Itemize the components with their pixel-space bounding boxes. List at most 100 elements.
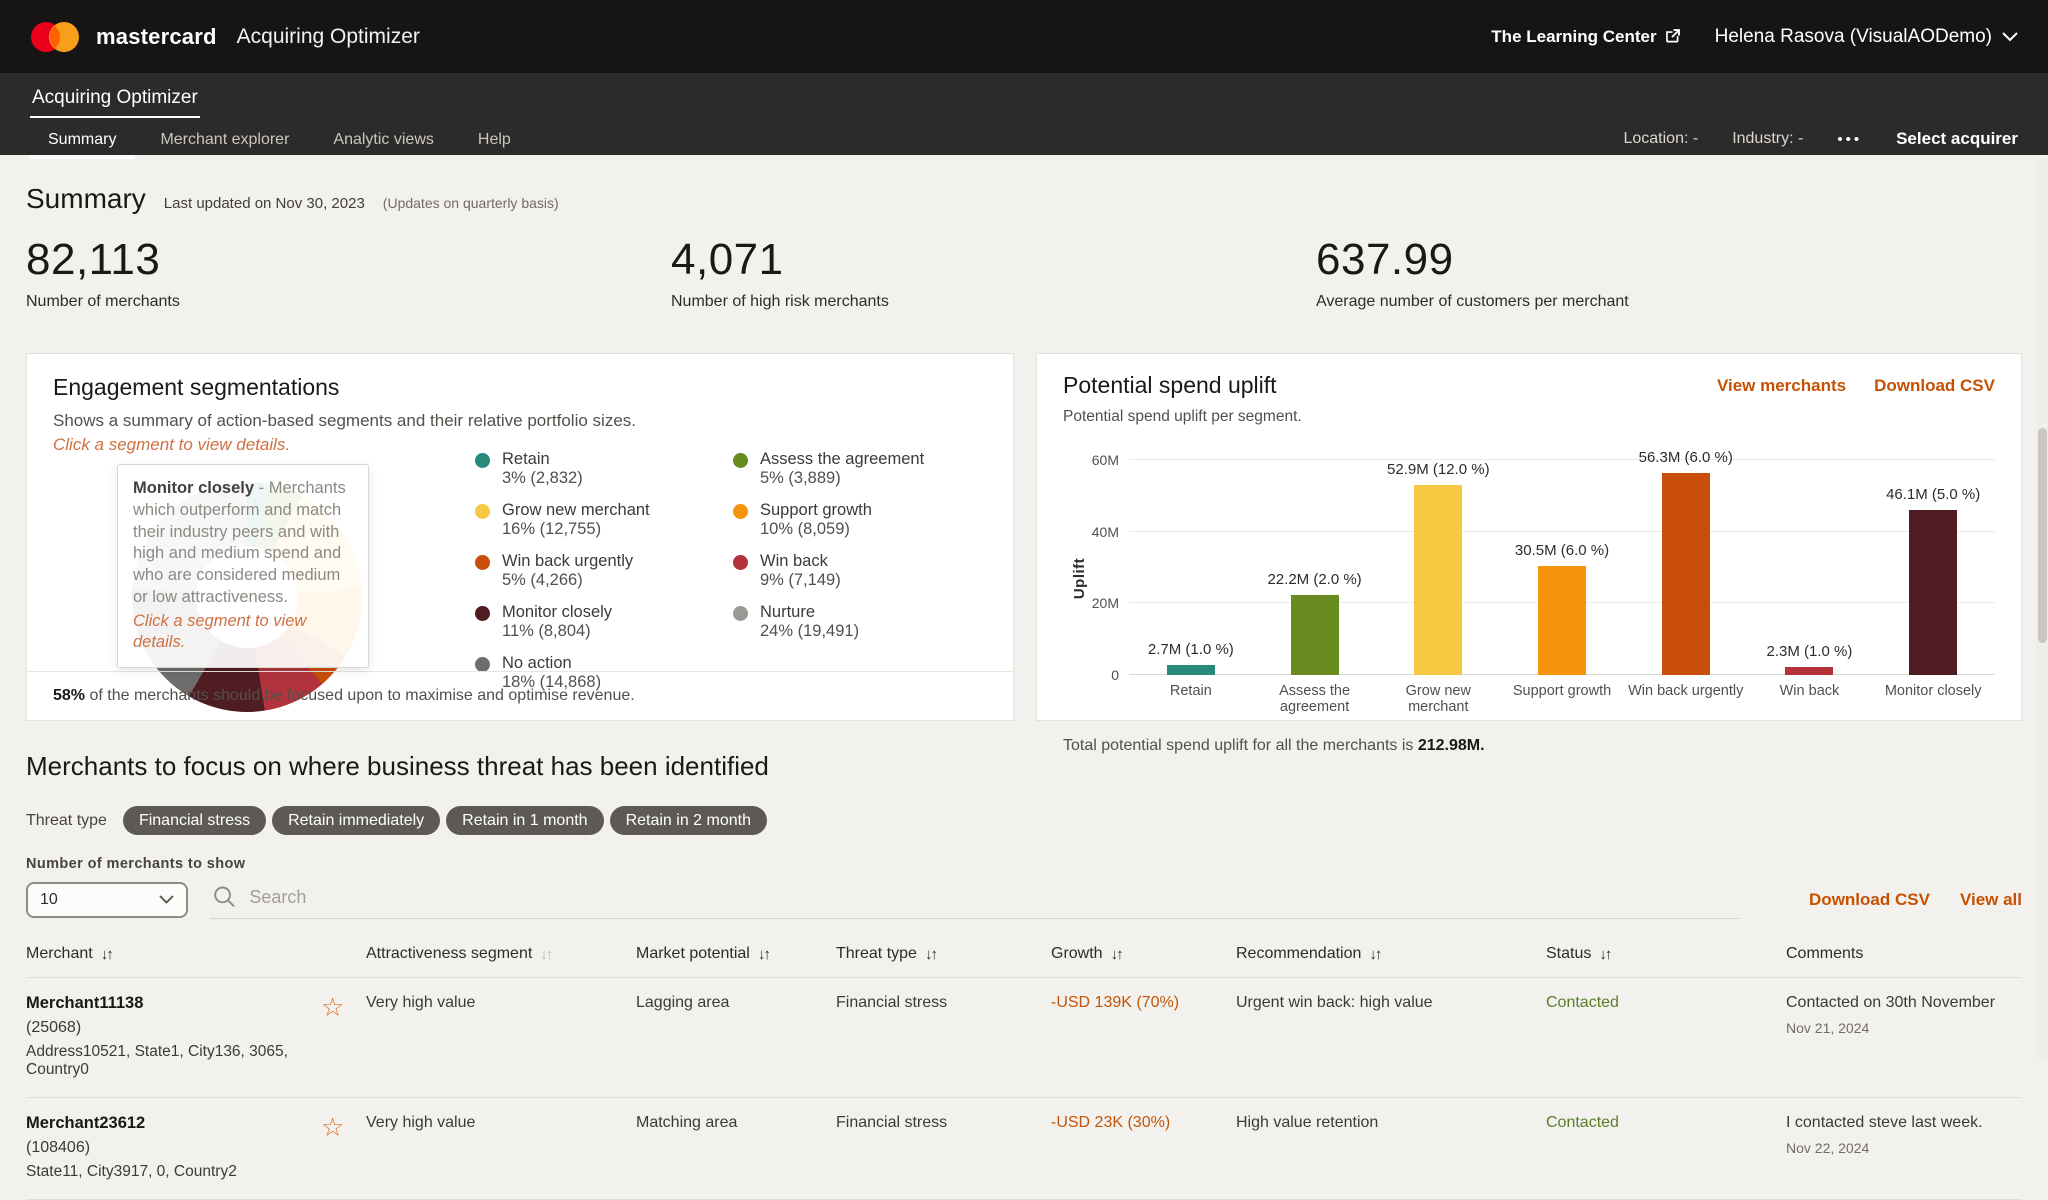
- view-all-link[interactable]: View all: [1960, 890, 2022, 910]
- legend-text: Grow new merchant16% (12,755): [502, 501, 650, 539]
- tab-analytic-views[interactable]: Analytic views: [315, 118, 451, 159]
- segment-tooltip: Monitor closely - Merchants which outper…: [117, 464, 369, 668]
- legend-name: Grow new merchant: [502, 501, 650, 520]
- learning-center-label: The Learning Center: [1491, 27, 1656, 47]
- tab-help[interactable]: Help: [460, 118, 529, 159]
- column-header-status: Status↓↑: [1546, 945, 1786, 963]
- sort-icon[interactable]: ↓↑: [1111, 946, 1122, 963]
- tab-summary[interactable]: Summary: [30, 118, 134, 159]
- industry-filter[interactable]: Industry: -: [1732, 130, 1803, 148]
- scrollbar-thumb[interactable]: [2038, 428, 2047, 643]
- growth-cell: -USD 23K (30%): [1051, 1114, 1236, 1181]
- y-tick: 0: [1111, 667, 1119, 683]
- bar-win-back[interactable]: [1785, 667, 1833, 675]
- threat-type-cell: Financial stress: [836, 1114, 1051, 1181]
- sort-icon[interactable]: ↓↑: [1599, 946, 1610, 963]
- bar-grow-new-merchant[interactable]: [1414, 485, 1462, 675]
- x-category-label: Assess the agreement: [1253, 683, 1377, 715]
- threat-chip-retain-in-2-month[interactable]: Retain in 2 month: [610, 806, 767, 835]
- status-cell: Contacted: [1546, 994, 1786, 1079]
- merchant-name[interactable]: Merchant11138: [26, 994, 321, 1013]
- merchants-count-value: 10: [40, 891, 58, 909]
- search-input[interactable]: [249, 887, 1737, 908]
- bar-assess-the-agreement[interactable]: [1291, 595, 1339, 675]
- mastercard-logo-icon: [30, 21, 80, 53]
- page-scrollbar[interactable]: [2036, 158, 2048, 1059]
- table-row[interactable]: Merchant23612(108406)State11, City3917, …: [26, 1098, 2022, 1200]
- tooltip-title: Monitor closely: [133, 479, 254, 497]
- footnote-text: of the merchants should be focused upon …: [85, 687, 635, 704]
- column-header-label: Merchant: [26, 945, 93, 963]
- legend-item[interactable]: Assess the agreement5% (3,889): [733, 450, 943, 488]
- comments-cell: I contacted steve last week.Nov 22, 2024: [1786, 1114, 2022, 1181]
- learning-center-link[interactable]: The Learning Center: [1491, 27, 1680, 47]
- legend-value: 5% (3,889): [760, 469, 924, 488]
- tooltip-click-hint: Click a segment to view details.: [133, 611, 353, 655]
- sort-icon[interactable]: ↓↑: [1369, 946, 1380, 963]
- legend-item[interactable]: Nurture24% (19,491): [733, 603, 943, 641]
- threat-chip-financial-stress[interactable]: Financial stress: [123, 806, 266, 835]
- favorite-cell: ☆: [321, 994, 366, 1079]
- sort-icon[interactable]: ↓↑: [540, 946, 551, 963]
- sort-icon[interactable]: ↓↑: [758, 946, 769, 963]
- merchants-table-header: Merchant↓↑Attractiveness segment↓↑Market…: [26, 945, 2022, 978]
- legend-item[interactable]: Grow new merchant16% (12,755): [475, 501, 685, 539]
- bar-column: 22.2M (2.0 %): [1253, 460, 1377, 675]
- update-note: (Updates on quarterly basis): [383, 195, 559, 211]
- bar-retain[interactable]: [1167, 665, 1215, 675]
- legend-text: Monitor closely11% (8,804): [502, 603, 612, 641]
- legend-name: Monitor closely: [502, 603, 612, 622]
- location-filter[interactable]: Location: -: [1623, 130, 1698, 148]
- favorite-star-icon[interactable]: ☆: [321, 992, 344, 1022]
- legend-text: Nurture24% (19,491): [760, 603, 859, 641]
- legend-item[interactable]: Support growth10% (8,059): [733, 501, 943, 539]
- bar-win-back-urgently[interactable]: [1662, 473, 1710, 675]
- legend-dot: [475, 606, 490, 621]
- column-header-label: Market potential: [636, 945, 750, 963]
- sort-icon[interactable]: ↓↑: [101, 946, 112, 963]
- bar-value-label: 56.3M (6.0 %): [1639, 449, 1733, 466]
- table-row[interactable]: Merchant11138(25068)Address10521, State1…: [26, 978, 2022, 1098]
- bar-monitor-closely[interactable]: [1909, 510, 1957, 675]
- uplift-download-csv-link[interactable]: Download CSV: [1874, 376, 1995, 396]
- legend-item[interactable]: Monitor closely11% (8,804): [475, 603, 685, 641]
- product-tab[interactable]: Acquiring Optimizer: [30, 75, 200, 118]
- engagement-segmentations-card: Engagement segmentations Shows a summary…: [26, 353, 1014, 721]
- attractiveness-cell: Very high value: [366, 994, 636, 1079]
- legend-value: 24% (19,491): [760, 622, 859, 641]
- x-category-label: Support growth: [1500, 683, 1624, 715]
- view-merchants-link[interactable]: View merchants: [1717, 376, 1846, 396]
- bar-support-growth[interactable]: [1538, 566, 1586, 675]
- select-acquirer-button[interactable]: Select acquirer: [1896, 129, 2018, 149]
- external-link-icon: [1664, 28, 1681, 45]
- user-menu[interactable]: Helena Rasova (VisualAODemo): [1715, 26, 2018, 48]
- y-tick: 40M: [1092, 524, 1119, 540]
- legend-item[interactable]: Win back urgently5% (4,266): [475, 552, 685, 590]
- subnav-tabs: SummaryMerchant explorerAnalytic viewsHe…: [30, 118, 529, 159]
- merchant-search[interactable]: [210, 880, 1739, 919]
- summary-stat: 637.99Average number of customers per me…: [1316, 235, 2022, 311]
- y-tick: 60M: [1092, 452, 1119, 468]
- merchant-address: State11, City3917, 0, Country2: [26, 1163, 321, 1181]
- legend-text: Retain3% (2,832): [502, 450, 583, 488]
- more-menu-icon[interactable]: •••: [1837, 131, 1862, 148]
- favorite-star-icon[interactable]: ☆: [321, 1112, 344, 1142]
- merchant-cell: Merchant11138(25068)Address10521, State1…: [26, 994, 321, 1079]
- bar-value-label: 2.3M (1.0 %): [1767, 643, 1853, 660]
- merchants-count-select[interactable]: 10: [26, 882, 188, 918]
- bar-column: 2.3M (1.0 %): [1748, 460, 1872, 675]
- industry-label: Industry:: [1732, 130, 1793, 147]
- potential-spend-uplift-card: Potential spend uplift View merchants Do…: [1036, 353, 2022, 721]
- tab-merchant-explorer[interactable]: Merchant explorer: [142, 118, 307, 159]
- column-header-label: Growth: [1051, 945, 1103, 963]
- merchant-name[interactable]: Merchant23612: [26, 1114, 321, 1133]
- sort-icon[interactable]: ↓↑: [925, 946, 936, 963]
- legend-item[interactable]: Retain3% (2,832): [475, 450, 685, 488]
- table-download-csv-link[interactable]: Download CSV: [1809, 890, 1930, 910]
- threat-chip-retain-in-1-month[interactable]: Retain in 1 month: [446, 806, 603, 835]
- column-header-merchant: Merchant ↓↑: [26, 945, 366, 963]
- legend-name: Nurture: [760, 603, 859, 622]
- legend-name: Win back urgently: [502, 552, 633, 571]
- legend-item[interactable]: Win back9% (7,149): [733, 552, 943, 590]
- threat-chip-retain-immediately[interactable]: Retain immediately: [272, 806, 440, 835]
